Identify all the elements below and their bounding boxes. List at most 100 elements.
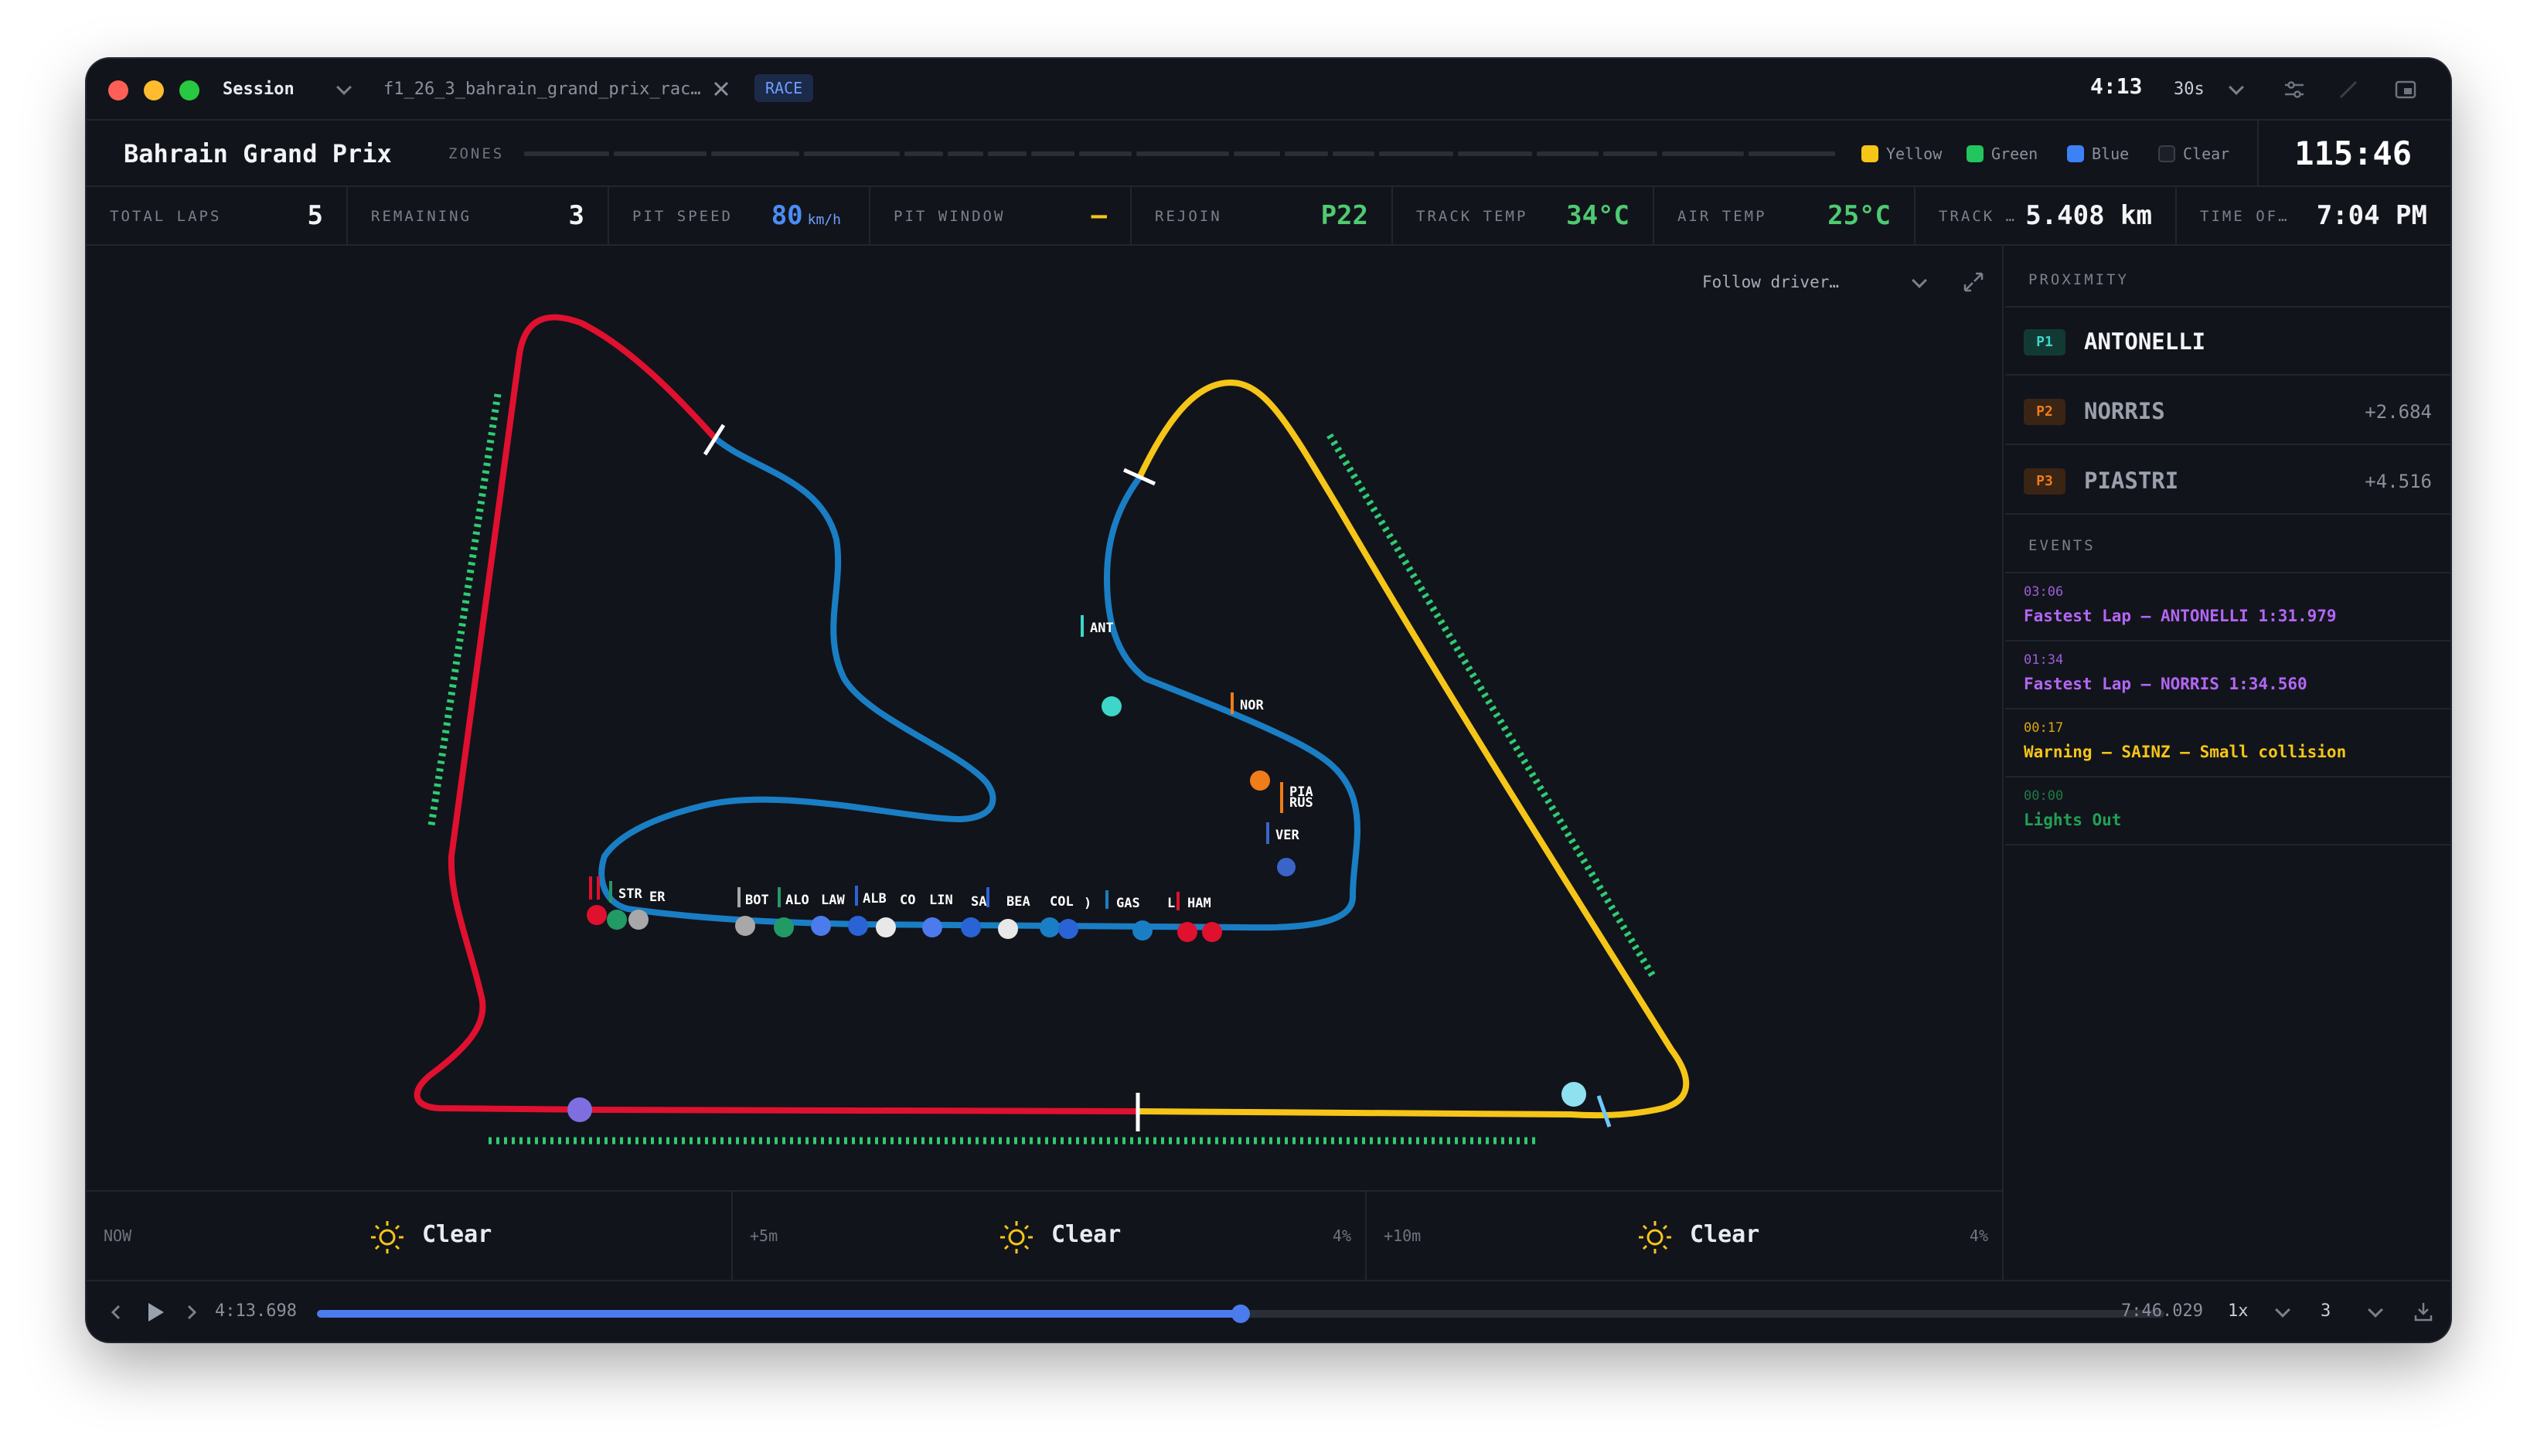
track-sector-red bbox=[414, 314, 1139, 1114]
forecast-time: +5m bbox=[750, 1226, 778, 1245]
stat-pit-window: PIT WINDOW — bbox=[870, 187, 1132, 244]
driver-name: PIASTRI bbox=[2084, 468, 2179, 494]
stat-value: 3 bbox=[568, 200, 584, 231]
legend-swatch-clear bbox=[2158, 145, 2175, 162]
legend-label-blue: Blue bbox=[2092, 145, 2130, 163]
stat-value: 25°C bbox=[1827, 200, 1891, 231]
close-window-button[interactable] bbox=[108, 80, 128, 100]
window-icon[interactable] bbox=[2393, 77, 2418, 102]
forecast-time: NOW bbox=[104, 1226, 132, 1245]
driver-label-ham: HAM bbox=[1187, 896, 1211, 911]
chevron-down-icon[interactable] bbox=[2368, 1302, 2383, 1318]
pen-icon[interactable] bbox=[2336, 77, 2361, 102]
legend-swatch-blue bbox=[2067, 145, 2084, 162]
stat-value: P22 bbox=[1320, 200, 1368, 231]
event-time: 00:17 bbox=[2024, 720, 2064, 736]
weather-now: NOW Clear bbox=[87, 1192, 733, 1280]
file-tab[interactable]: f1_26_3_bahrain_grand_prix_rac… bbox=[383, 76, 701, 104]
driver-label-co: CO bbox=[900, 893, 915, 908]
download-icon[interactable] bbox=[2412, 1300, 2435, 1323]
event-text: Warning – SAINZ – Small collision bbox=[2024, 743, 2347, 761]
zones-label: ZONES bbox=[448, 145, 505, 162]
track-map-panel: Follow driver… ANT NOR PIA RUS VER STR E… bbox=[87, 246, 2004, 1190]
driver-label-paren: ) bbox=[1084, 896, 1091, 911]
event-time: 00:00 bbox=[2024, 788, 2064, 804]
driver-name: ANTONELLI bbox=[2084, 328, 2206, 355]
proximity-row-p3[interactable]: P3 PIASTRI +4.516 bbox=[2005, 447, 2450, 515]
stat-label: AIR TEMP bbox=[1677, 208, 1767, 225]
title-bar: Session f1_26_3_bahrain_grand_prix_rac… … bbox=[87, 59, 2450, 121]
driver-label-law: LAW bbox=[821, 893, 845, 908]
playback-speed-select[interactable]: 1x bbox=[2228, 1298, 2249, 1325]
car-marker bbox=[1277, 858, 1296, 876]
race-timer: 115:46 bbox=[2294, 134, 2412, 172]
app-window: Session f1_26_3_bahrain_grand_prix_rac… … bbox=[87, 59, 2450, 1342]
stat-track-temp: TRACK TEMP 34°C bbox=[1393, 187, 1654, 244]
event-item: 03:06 Fastest Lap – ANTONELLI 1:31.979 bbox=[2005, 573, 2450, 641]
stat-value: 5 bbox=[307, 200, 323, 231]
weather-forecast: NOW Clear +5m Clear 4% +10m Clear 4% bbox=[87, 1190, 2004, 1280]
stat-air-temp: AIR TEMP 25°C bbox=[1654, 187, 1916, 244]
sliders-icon[interactable] bbox=[2282, 77, 2307, 102]
interval-select[interactable]: 30s bbox=[2174, 76, 2205, 104]
driver-label-bea: BEA bbox=[1006, 894, 1030, 910]
proximity-row-p2[interactable]: P2 NORRIS +2.684 bbox=[2005, 377, 2450, 445]
stat-value: 5.408 km bbox=[2025, 200, 2152, 231]
chevron-down-icon[interactable] bbox=[336, 80, 352, 95]
drs-zones bbox=[427, 393, 1657, 1145]
stat-time-of-day: TIME OF… 7:04 PM bbox=[2177, 187, 2450, 244]
stat-label: PIT SPEED bbox=[632, 208, 733, 225]
current-playback-time: 4:13.698 bbox=[215, 1301, 297, 1321]
events-title: EVENTS bbox=[2028, 537, 2096, 554]
maximize-window-button[interactable] bbox=[179, 80, 199, 100]
stat-label: REJOIN bbox=[1155, 208, 1222, 225]
close-tab-icon[interactable] bbox=[711, 79, 731, 99]
track-map[interactable]: ANT NOR PIA RUS VER STR ER BOT ALO LAW A… bbox=[87, 246, 2004, 1190]
gap-value: +4.516 bbox=[2365, 471, 2432, 492]
driver-label-alo: ALO bbox=[785, 893, 809, 908]
timeline-handle[interactable] bbox=[1231, 1305, 1250, 1323]
car-marker bbox=[1561, 1082, 1586, 1107]
stat-label: TOTAL LAPS bbox=[110, 208, 222, 225]
weather-plus-5m: +5m Clear 4% bbox=[733, 1192, 1367, 1280]
driver-name: NORRIS bbox=[2084, 398, 2165, 424]
position-badge: P2 bbox=[2024, 399, 2065, 425]
total-playback-time: 7:46.029 bbox=[2121, 1301, 2203, 1321]
side-panel: PROXIMITY P1 ANTONELLI P2 NORRIS +2.684 … bbox=[2005, 246, 2450, 1190]
event-item: 00:17 Warning – SAINZ – Small collision bbox=[2005, 709, 2450, 777]
event-item: 00:00 Lights Out bbox=[2005, 777, 2450, 845]
driver-label-ver: VER bbox=[1275, 828, 1299, 843]
session-type-badge: RACE bbox=[754, 74, 814, 102]
lap-select[interactable]: 3 bbox=[2321, 1298, 2331, 1325]
sun-icon bbox=[1639, 1221, 1671, 1254]
legend-swatch-green bbox=[1967, 145, 1984, 162]
stat-label: PIT WINDOW bbox=[894, 208, 1006, 225]
sun-icon bbox=[371, 1221, 404, 1254]
driver-label-ant: ANT bbox=[1090, 621, 1114, 636]
driver-label-er: ER bbox=[649, 890, 666, 905]
proximity-title: PROXIMITY bbox=[2028, 271, 2129, 288]
position-badge: P3 bbox=[2024, 468, 2065, 495]
stat-label: REMAINING bbox=[371, 208, 472, 225]
session-selector[interactable]: Session bbox=[223, 76, 295, 104]
step-back-icon[interactable] bbox=[105, 1301, 127, 1323]
playback-bar: 4:13.698 7:46.029 1x 3 bbox=[87, 1280, 2450, 1342]
stat-rejoin: REJOIN P22 bbox=[1132, 187, 1393, 244]
gap-value: +2.684 bbox=[2365, 401, 2432, 423]
legend-label-yellow: Yellow bbox=[1886, 145, 1943, 163]
minimize-window-button[interactable] bbox=[144, 80, 164, 100]
track-sector-yellow bbox=[1136, 379, 1690, 1119]
step-forward-icon[interactable] bbox=[181, 1301, 203, 1323]
play-icon[interactable] bbox=[142, 1300, 167, 1325]
chevron-down-icon[interactable] bbox=[2275, 1302, 2290, 1318]
forecast-condition: Clear bbox=[1051, 1221, 1122, 1248]
proximity-row-p1[interactable]: P1 ANTONELLI bbox=[2005, 308, 2450, 376]
stat-pit-speed: PIT SPEED 80 km/h bbox=[609, 187, 870, 244]
stat-value: 34°C bbox=[1566, 200, 1629, 231]
divider bbox=[2257, 121, 2259, 185]
chevron-down-icon[interactable] bbox=[2229, 80, 2244, 95]
weather-plus-10m: +10m Clear 4% bbox=[1367, 1192, 2002, 1280]
forecast-pct: 4% bbox=[1969, 1226, 1988, 1245]
driver-label-str: STR bbox=[618, 886, 642, 902]
driver-label-alb: ALB bbox=[863, 891, 887, 907]
